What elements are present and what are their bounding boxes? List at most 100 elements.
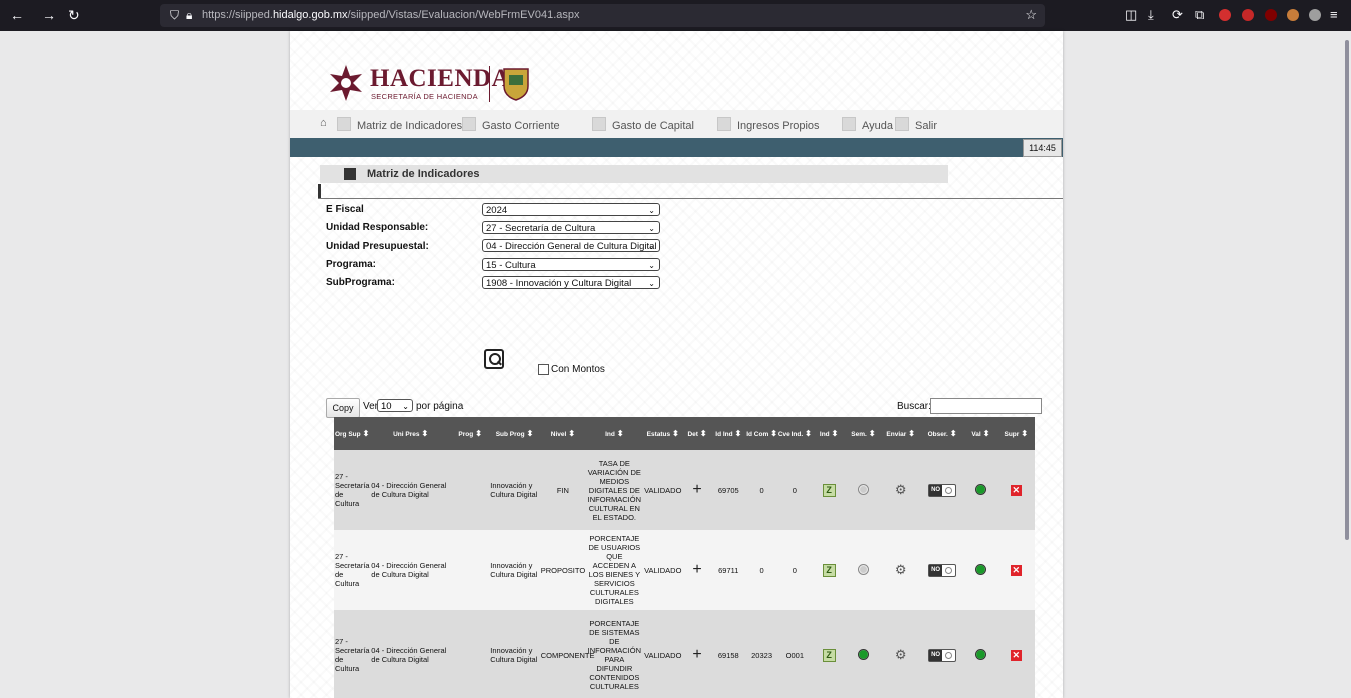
col-header[interactable]: Ind ⬍ <box>811 417 847 450</box>
menu-item-ingresos-propios[interactable]: Ingresos Propios <box>717 117 820 132</box>
label-unidad-presupuestal: Unidad Presupuestal: <box>326 241 429 252</box>
sort-icon: ⬍ <box>475 429 482 438</box>
col-header[interactable]: Det ⬍ <box>682 417 712 450</box>
col-header[interactable]: Val ⬍ <box>963 417 998 450</box>
sort-icon: ⬍ <box>699 429 707 438</box>
chevron-down-icon: ⌄ <box>648 242 655 251</box>
menu-item-salir[interactable]: Salir <box>895 117 937 132</box>
cell-nivel: COMPONENTE <box>539 610 594 698</box>
home-icon[interactable]: ⌂ <box>320 117 327 129</box>
semaphore-green-icon <box>857 648 869 660</box>
label-programa: Programa: <box>326 259 377 270</box>
delete-icon[interactable]: ✕ <box>1010 564 1022 576</box>
extensions-icon[interactable]: ⧉ <box>1195 7 1204 23</box>
col-header[interactable]: Sub Prog ⬍ <box>489 417 540 450</box>
document-icon <box>462 117 476 131</box>
address-bar[interactable]: ⛉ 🔒︎ https://siipped.hidalgo.gob.mx/siip… <box>160 4 1045 27</box>
plus-icon[interactable]: + <box>692 481 701 498</box>
select-programa[interactable]: 15 - Cultura ⌄ <box>482 258 660 271</box>
cell-nivel: PROPOSITO <box>539 530 587 610</box>
cell-org: 27 - Secretaría de Cultura <box>334 610 371 698</box>
account-icon[interactable] <box>1309 9 1321 21</box>
profile-avatar-icon[interactable] <box>1287 9 1299 21</box>
reload-icon[interactable]: ↻ <box>68 7 80 24</box>
edit-indicator-icon[interactable]: Z <box>822 563 836 577</box>
validation-green-icon[interactable] <box>974 563 986 575</box>
menu-icon[interactable]: ≡ <box>1330 7 1338 22</box>
back-icon[interactable]: ← <box>10 7 24 23</box>
col-header[interactable]: Enviar ⬍ <box>880 417 921 450</box>
copy-button[interactable]: Copy <box>326 398 360 418</box>
cell-estatus: VALIDADO <box>642 610 683 698</box>
sync-icon[interactable]: ⟳ <box>1172 7 1183 23</box>
col-header[interactable]: Id Ind ⬍ <box>711 417 746 450</box>
sort-icon: ⬍ <box>831 429 839 438</box>
col-header[interactable]: Supr ⬍ <box>997 417 1035 450</box>
lock-icon: 🔒︎ <box>186 8 193 22</box>
select-unidad-presupuestal[interactable]: 04 - Dirección General de Cultura Digita… <box>482 239 660 252</box>
delete-icon[interactable]: ✕ <box>1010 484 1022 496</box>
menu-item-ayuda[interactable]: Ayuda <box>842 117 893 132</box>
cell-uni: 04 - Dirección General de Cultura Digita… <box>370 450 451 530</box>
cell-uni: 04 - Dirección General de Cultura Digita… <box>370 530 451 610</box>
con-montos-checkbox[interactable] <box>538 364 549 375</box>
semaphore-grey-icon <box>857 483 869 495</box>
sort-icon: ⬍ <box>805 429 812 438</box>
edit-indicator-icon[interactable]: Z <box>822 648 836 662</box>
plus-icon[interactable]: + <box>692 561 701 578</box>
gear-icon[interactable]: ⚙ <box>895 647 907 662</box>
menu-item-matriz[interactable]: Matriz de Indicadores <box>337 117 462 132</box>
observation-toggle[interactable]: NO <box>928 563 957 577</box>
col-header[interactable]: Sem. ⬍ <box>846 417 881 450</box>
cell-ind: TASA DE VARIACIÓN DE MEDIOS DIGITALES DE… <box>586 450 643 530</box>
menu-item-gasto-capital[interactable]: Gasto de Capital <box>592 117 694 132</box>
cell-id-com: 0 <box>745 450 778 530</box>
ver-label: Ver <box>363 401 379 412</box>
extension-red-icon[interactable] <box>1242 9 1254 21</box>
select-ejercicio-fiscal[interactable]: 2024 ⌄ <box>482 203 660 216</box>
bookmark-star-icon[interactable]: ☆ <box>1025 7 1037 23</box>
dollar-icon <box>592 117 606 131</box>
grid-icon <box>337 117 351 131</box>
table-search-input[interactable] <box>930 398 1042 414</box>
observation-toggle[interactable]: NO <box>928 483 957 497</box>
observation-toggle[interactable]: NO <box>928 648 957 662</box>
select-subprograma[interactable]: 1908 - Innovación y Cultura Digital ⌄ <box>482 276 660 289</box>
ublock-icon[interactable] <box>1265 9 1277 21</box>
cell-cve: 0 <box>777 530 812 610</box>
col-header[interactable]: Uni Pres ⬍ <box>370 417 451 450</box>
adblock-icon[interactable] <box>1219 9 1231 21</box>
url-text: https://siipped.hidalgo.gob.mx/siipped/V… <box>202 9 580 21</box>
sort-icon: ⬍ <box>1021 429 1029 438</box>
hacienda-emblem-icon <box>330 65 362 101</box>
page-scrollbar[interactable] <box>1345 40 1349 540</box>
cell-ind: PORCENTAJE DE USUARIOS QUE ACCEDEN A LOS… <box>586 530 643 610</box>
pocket-icon[interactable]: ◫ <box>1125 7 1137 23</box>
cell-cve: 0 <box>777 450 812 530</box>
gear-icon[interactable]: ⚙ <box>895 562 907 577</box>
col-header[interactable]: Estatus ⬍ <box>642 417 683 450</box>
edit-indicator-icon[interactable]: Z <box>822 483 836 497</box>
col-header[interactable]: Id Com ⬍ <box>745 417 778 450</box>
col-header[interactable]: Cve Ind. ⬍ <box>777 417 812 450</box>
col-header[interactable]: Org Sup ⬍ <box>334 417 371 450</box>
select-unidad-responsable[interactable]: 27 - Secretaría de Cultura ⌄ <box>482 221 660 234</box>
session-bar <box>290 138 1063 157</box>
gear-icon[interactable]: ⚙ <box>895 482 907 497</box>
col-header[interactable]: Ind ⬍ <box>586 417 643 450</box>
col-header[interactable]: Obser. ⬍ <box>920 417 964 450</box>
hacienda-logo: HACIENDA SECRETARÍA DE HACIENDA <box>327 64 567 104</box>
search-button[interactable] <box>484 349 504 369</box>
validation-green-icon[interactable] <box>974 483 986 495</box>
page-length-select[interactable]: 10 ⌄ <box>377 399 413 412</box>
forward-icon[interactable]: → <box>42 7 56 23</box>
plus-icon[interactable]: + <box>692 646 701 663</box>
sort-icon: ⬍ <box>672 429 679 438</box>
delete-icon[interactable]: ✕ <box>1010 649 1022 661</box>
menu-item-gasto-corriente[interactable]: Gasto Corriente <box>462 117 560 132</box>
col-header[interactable]: Nivel ⬍ <box>539 417 587 450</box>
validation-green-icon[interactable] <box>974 648 986 660</box>
col-header[interactable]: Prog ⬍ <box>450 417 490 450</box>
cell-id-ind: 69705 <box>711 450 746 530</box>
download-icon[interactable]: ⤓ <box>1148 7 1154 23</box>
